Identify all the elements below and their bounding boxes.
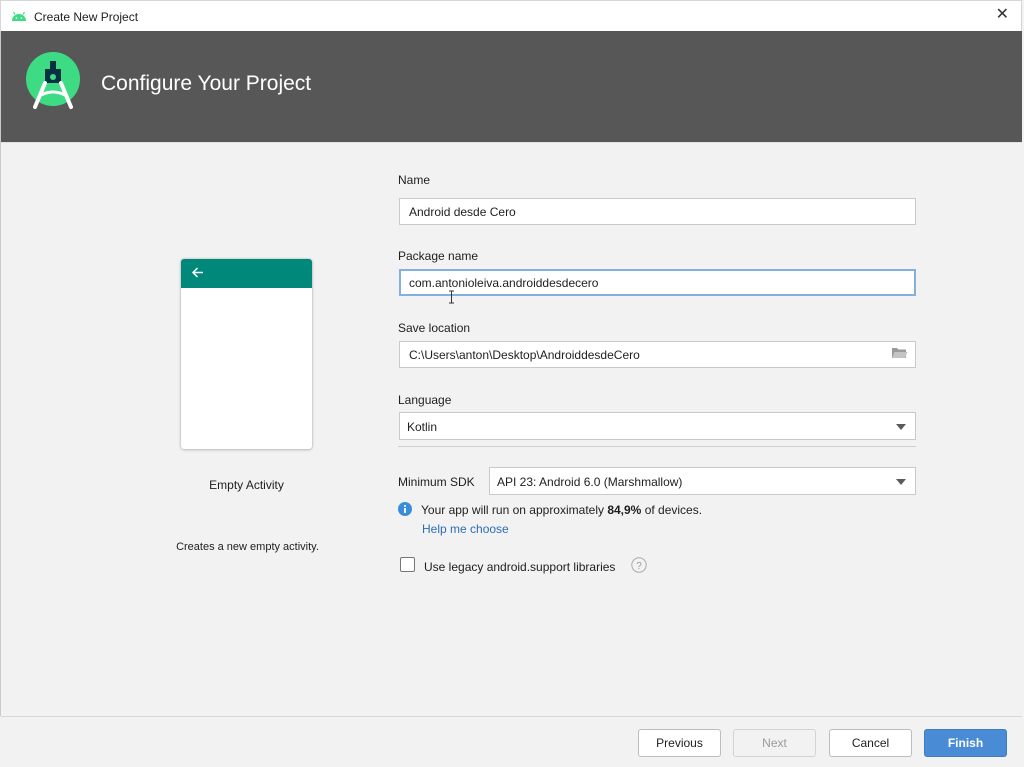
coverage-percent: 84,9% [607,503,642,517]
window-title: Create New Project [34,10,139,24]
chevron-down-icon [896,424,906,430]
title-bar: Create New Project ✕ [0,0,1022,31]
page-title: Configure Your Project [101,72,312,95]
name-label: Name [398,173,431,187]
android-studio-logo-icon [26,52,80,109]
close-icon[interactable]: ✕ [996,6,1009,24]
legacy-support-label: Use legacy android.support libraries [424,560,616,574]
save-location-label: Save location [398,321,471,335]
folder-icon[interactable] [891,346,908,359]
minimum-sdk-label: Minimum SDK [398,475,475,489]
package-name-label: Package name [398,249,479,263]
back-arrow-icon [191,267,203,278]
divider [398,446,916,447]
next-button[interactable]: Next [733,729,816,757]
language-label: Language [398,393,452,407]
wizard-header: Configure Your Project [1,31,1022,142]
info-icon [398,502,412,516]
coverage-prefix: Your app will run on approximately [421,503,608,517]
minimum-sdk-select[interactable]: API 23: Android 6.0 (Marshmallow) [489,467,916,495]
text-cursor-icon [449,290,454,304]
template-name: Empty Activity [209,478,284,492]
minimum-sdk-value: API 23: Android 6.0 (Marshmallow) [497,475,683,489]
template-description: Creates a new empty activity. [176,541,319,553]
save-location-input[interactable] [399,341,916,368]
question-mark-icon[interactable]: ? [631,557,647,573]
name-input[interactable] [399,198,916,225]
android-icon [12,11,26,21]
finish-button[interactable]: Finish [924,729,1007,757]
coverage-suffix: of devices. [641,503,703,517]
previous-button[interactable]: Previous [638,729,721,757]
device-coverage-text: Your app will run on approximately 84,9%… [421,503,702,517]
help-me-choose-link[interactable]: Help me choose [422,522,509,536]
language-select[interactable]: Kotlin [399,412,916,440]
language-value: Kotlin [407,420,438,434]
package-name-input[interactable] [399,269,916,296]
legacy-support-checkbox[interactable] [400,557,415,572]
preview-app-bar [181,259,312,288]
svg-text:?: ? [636,561,642,572]
chevron-down-icon [896,479,906,485]
template-preview [181,259,312,449]
cancel-button[interactable]: Cancel [829,729,912,757]
